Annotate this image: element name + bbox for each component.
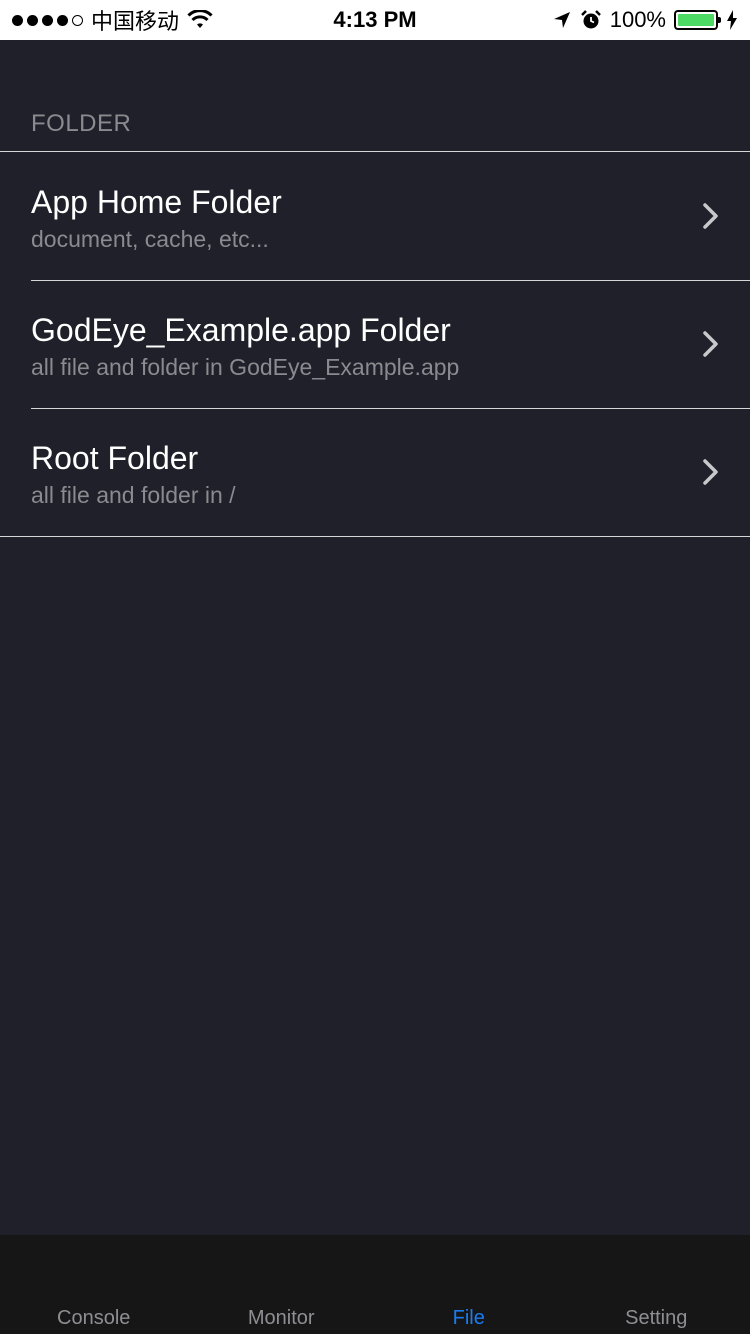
chevron-right-icon	[703, 203, 718, 229]
section-header: FOLDER	[31, 110, 132, 137]
signal-strength-icon	[12, 14, 83, 26]
battery-icon	[674, 10, 721, 30]
battery-percentage: 100%	[609, 7, 666, 32]
status-right: 100%	[552, 7, 738, 33]
row-subtitle: all file and folder in GodEye_Example.ap…	[31, 354, 460, 380]
chevron-right-icon	[703, 331, 718, 357]
wifi-icon	[187, 10, 213, 28]
tab-console[interactable]: Console	[0, 1235, 188, 1334]
status-bar: 中国移动 4:13 PM 100%	[0, 0, 750, 40]
tab-file[interactable]: File	[375, 1235, 563, 1334]
tab-label: Monitor	[247, 1307, 315, 1329]
tab-bar: Console Monitor File Setting	[0, 1235, 750, 1334]
tab-label: Setting	[625, 1307, 688, 1329]
folder-row-app-home[interactable]: App Home Folder document, cache, etc...	[0, 152, 750, 280]
carrier-name: 中国移动	[91, 9, 180, 34]
tab-monitor[interactable]: Monitor	[188, 1235, 376, 1334]
folder-row-root[interactable]: Root Folder all file and folder in /	[0, 408, 750, 536]
charging-bolt-icon	[727, 10, 737, 30]
row-title: Root Folder	[31, 440, 199, 476]
alarm-clock-icon	[580, 10, 601, 29]
row-subtitle: all file and folder in /	[31, 482, 236, 508]
file-screen: FOLDER App Home Folder document, cache, …	[0, 40, 750, 1235]
row-title: GodEye_Example.app Folder	[31, 312, 451, 348]
row-subtitle: document, cache, etc...	[31, 226, 269, 252]
tab-setting[interactable]: Setting	[563, 1235, 750, 1334]
folder-list: App Home Folder document, cache, etc... …	[0, 151, 750, 537]
folder-row-app-bundle[interactable]: GodEye_Example.app Folder all file and f…	[0, 280, 750, 408]
location-arrow-icon	[553, 12, 570, 28]
row-title: App Home Folder	[31, 184, 282, 220]
chevron-right-icon	[703, 459, 718, 485]
status-left: 中国移动	[12, 4, 213, 36]
battery-level	[678, 14, 714, 26]
tab-label: Console	[57, 1307, 131, 1329]
tab-label: File	[452, 1307, 485, 1329]
